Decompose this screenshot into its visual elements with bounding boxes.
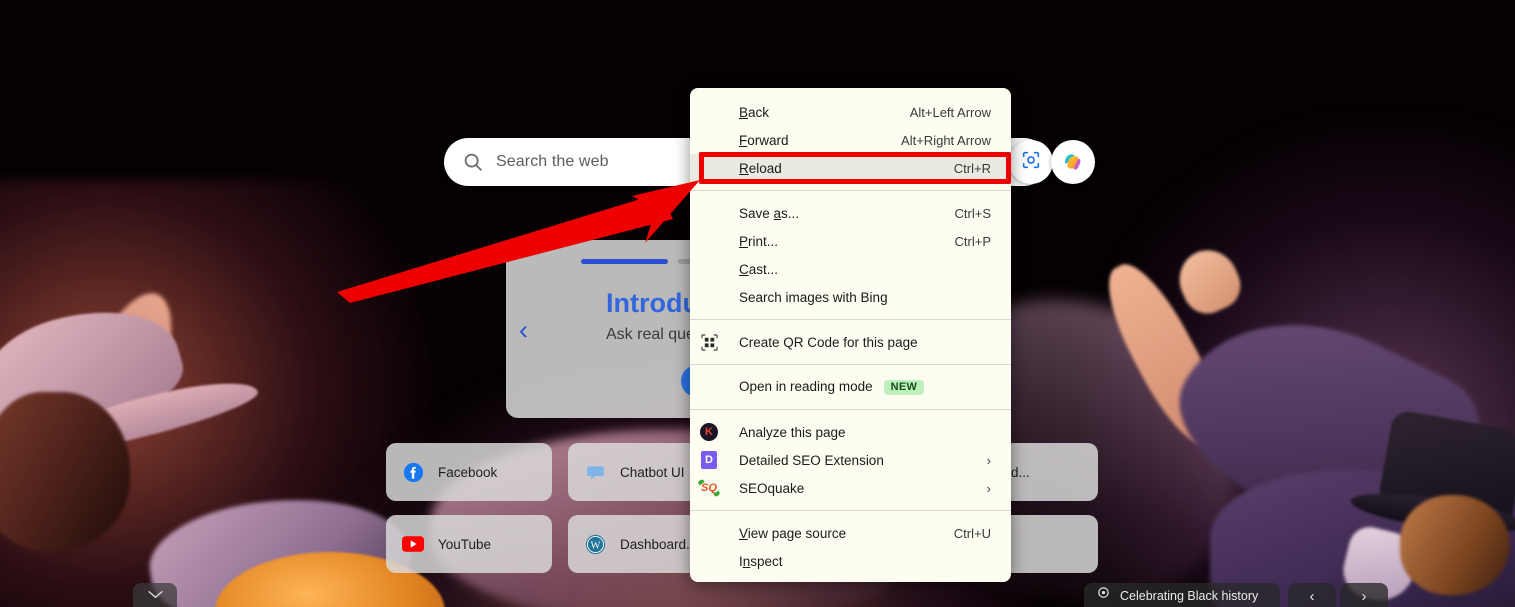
extension-d-icon: D bbox=[698, 449, 720, 471]
menu-separator bbox=[690, 364, 1011, 365]
wordpress-icon: W bbox=[584, 533, 606, 555]
menu-item-inspect[interactable]: Inspect bbox=[690, 547, 1011, 575]
menu-item-label: Save as... bbox=[739, 205, 800, 221]
menu-item-label: Analyze this page bbox=[739, 424, 846, 440]
chevron-right-icon: › bbox=[986, 480, 991, 496]
menu-item-icon-slot bbox=[698, 550, 720, 572]
scroll-down-button[interactable] bbox=[133, 583, 177, 607]
background-prev-button[interactable]: ‹ bbox=[1288, 583, 1336, 607]
extension-seoquake-icon: SQ bbox=[698, 477, 720, 499]
menu-item-label: Search images with Bing bbox=[739, 289, 888, 305]
copilot-icon bbox=[1060, 147, 1086, 178]
promo-prev-button[interactable]: ‹ bbox=[519, 317, 528, 344]
shortcut-label: YouTube bbox=[438, 536, 492, 552]
menu-item-forward[interactable]: Forward Alt+Right Arrow bbox=[690, 126, 1011, 154]
shortcut-tile-youtube[interactable]: YouTube bbox=[386, 515, 552, 573]
menu-item-icon-slot bbox=[698, 129, 720, 151]
menu-item-reload[interactable]: Reload Ctrl+R bbox=[690, 154, 1011, 182]
menu-item-icon-slot bbox=[698, 376, 720, 398]
svg-text:W: W bbox=[590, 540, 600, 551]
menu-separator bbox=[690, 409, 1011, 410]
youtube-icon bbox=[402, 533, 424, 555]
extension-k-icon: K bbox=[698, 421, 720, 443]
shortcut-label: Chatbot UI bbox=[620, 464, 685, 480]
menu-item-label: Create QR Code for this page bbox=[739, 334, 918, 350]
menu-item-view-page-source[interactable]: View page source Ctrl+U bbox=[690, 519, 1011, 547]
menu-item-label: Detailed SEO Extension bbox=[739, 452, 884, 468]
menu-item-shortcut: Ctrl+U bbox=[953, 525, 991, 541]
menu-item-analyze-this-page[interactable]: K Analyze this page bbox=[690, 418, 1011, 446]
browser-new-tab-page: Introduc Ask real ques ‹ Facebook Chatbo… bbox=[0, 0, 1515, 607]
shortcut-tile-facebook[interactable]: Facebook bbox=[386, 443, 552, 501]
menu-item-label: Print... bbox=[739, 233, 779, 249]
chevron-right-icon: › bbox=[986, 452, 991, 468]
chevron-down-icon bbox=[147, 587, 164, 605]
menu-item-icon-slot bbox=[698, 286, 720, 308]
menu-item-shortcut: Alt+Left Arrow bbox=[909, 104, 991, 120]
menu-item-icon-slot bbox=[698, 101, 720, 123]
menu-separator bbox=[690, 190, 1011, 191]
new-badge: NEW bbox=[883, 379, 925, 395]
menu-item-label: Cast... bbox=[739, 261, 779, 277]
menu-item-shortcut: Alt+Right Arrow bbox=[901, 132, 991, 148]
menu-item-shortcut: Ctrl+P bbox=[954, 233, 991, 249]
shortcut-label: Facebook bbox=[438, 464, 498, 480]
menu-item-label: View page source bbox=[739, 525, 847, 541]
menu-separator bbox=[690, 319, 1011, 320]
menu-item-label: Back bbox=[739, 104, 770, 120]
facebook-icon bbox=[402, 461, 424, 483]
qr-code-icon bbox=[698, 331, 720, 353]
promo-progress-dot[interactable] bbox=[581, 259, 668, 264]
menu-item-label: Forward bbox=[739, 132, 789, 148]
menu-item-label: Open in reading mode NEW bbox=[739, 379, 925, 395]
menu-item-create-qr-code[interactable]: Create QR Code for this page bbox=[690, 328, 1011, 356]
menu-item-label-text: Open in reading mode bbox=[739, 379, 873, 395]
search-icon bbox=[462, 151, 484, 173]
info-pin-icon bbox=[1096, 586, 1111, 606]
menu-item-search-images-with-bing[interactable]: Search images with Bing bbox=[690, 283, 1011, 311]
menu-item-icon-slot bbox=[698, 522, 720, 544]
context-menu[interactable]: Back Alt+Left Arrow Forward Alt+Right Ar… bbox=[690, 88, 1011, 582]
menu-item-label: SEOquake bbox=[739, 480, 805, 496]
menu-item-icon-slot bbox=[698, 157, 720, 179]
promo-subtitle: Ask real ques bbox=[606, 326, 703, 343]
menu-item-label: Inspect bbox=[739, 553, 783, 569]
chevron-right-icon: › bbox=[1361, 587, 1367, 605]
menu-item-shortcut: Ctrl+S bbox=[954, 205, 991, 221]
menu-separator bbox=[690, 510, 1011, 511]
menu-item-label: Reload bbox=[739, 160, 782, 176]
menu-item-save-as[interactable]: Save as... Ctrl+S bbox=[690, 199, 1011, 227]
visual-search-lens-button[interactable] bbox=[1009, 140, 1053, 184]
shortcut-label: Dashboard... bbox=[620, 536, 698, 552]
background-info-bar[interactable]: Celebrating Black history bbox=[1084, 583, 1280, 607]
menu-item-cast[interactable]: Cast... bbox=[690, 255, 1011, 283]
menu-item-shortcut: Ctrl+R bbox=[953, 160, 991, 176]
menu-item-print[interactable]: Print... Ctrl+P bbox=[690, 227, 1011, 255]
menu-item-icon-slot bbox=[698, 230, 720, 252]
menu-item-open-in-reading-mode[interactable]: Open in reading mode NEW bbox=[690, 373, 1011, 401]
menu-item-detailed-seo-extension[interactable]: D Detailed SEO Extension › bbox=[690, 446, 1011, 474]
chevron-left-icon: ‹ bbox=[1309, 587, 1315, 605]
menu-item-seoquake[interactable]: SQ SEOquake › bbox=[690, 474, 1011, 502]
search-input[interactable]: Search the web bbox=[496, 153, 609, 171]
copilot-button[interactable] bbox=[1051, 140, 1095, 184]
visual-search-lens-icon bbox=[1020, 149, 1042, 176]
chat-bubble-icon bbox=[584, 461, 606, 483]
background-info-label: Celebrating Black history bbox=[1120, 589, 1259, 603]
background-next-button[interactable]: › bbox=[1340, 583, 1388, 607]
menu-item-icon-slot bbox=[698, 258, 720, 280]
menu-item-back[interactable]: Back Alt+Left Arrow bbox=[690, 98, 1011, 126]
menu-item-icon-slot bbox=[698, 202, 720, 224]
